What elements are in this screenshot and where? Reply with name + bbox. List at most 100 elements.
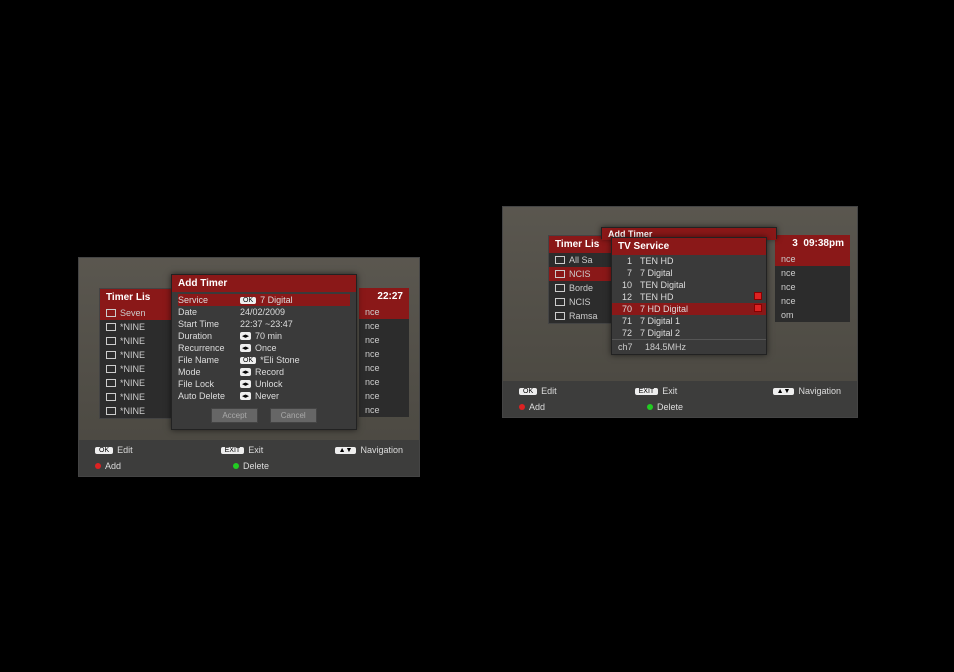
timer-list-row-frag: nce (359, 361, 409, 375)
timer-list-row[interactable]: All Sa (549, 253, 617, 267)
field-row-file-name[interactable]: File NameOK*Eli Stone (178, 354, 350, 366)
tv-icon (106, 309, 116, 317)
field-value: 24/02/2009 (240, 307, 285, 317)
record-mark-icon (754, 304, 762, 312)
arrows-icon: ◂▸ (240, 392, 251, 400)
timer-list-row[interactable]: Borde (549, 281, 617, 295)
bullet (505, 441, 510, 446)
service-number: 70 (616, 304, 640, 314)
timer-list-row-frag: nce (359, 403, 409, 417)
ok-chip-icon: OK (240, 297, 256, 304)
field-row-service[interactable]: ServiceOK7 Digital (178, 294, 350, 306)
timer-list-row-frag: nce (775, 294, 850, 308)
hint-add: Add (529, 402, 545, 412)
nav-chip: ▲▼ (335, 447, 357, 454)
tv-service-dialog: TV Service 1TEN HD77 Digital10TEN Digita… (611, 237, 767, 355)
header-date-frag: 3 (792, 238, 798, 249)
nav-chip: ▲▼ (773, 388, 795, 395)
timer-list-row[interactable]: NCIS (549, 295, 617, 309)
hint-delete: Delete (243, 461, 269, 471)
service-name: TEN HD (640, 256, 762, 266)
hint-add: Add (105, 461, 121, 471)
field-value: Record (255, 367, 284, 377)
service-name: 7 Digital 1 (640, 316, 762, 326)
ok-chip: OK (519, 388, 537, 395)
screenshot-tv-service-list: Timer Lis All SaNCISBordeNCISRamsa 3 09:… (502, 206, 858, 418)
dialog-body: ServiceOK7 DigitalDate24/02/2009Start Ti… (172, 292, 356, 404)
field-row-mode[interactable]: Mode◂▸Record (178, 366, 350, 378)
timer-list-row-frag: nce (359, 305, 409, 319)
bullet (80, 625, 85, 630)
hint-delete: Delete (657, 402, 683, 412)
timer-list-row[interactable]: NCIS (549, 267, 617, 281)
field-row-file-lock[interactable]: File Lock◂▸Unlock (178, 378, 350, 390)
hint-exit: Exit (662, 386, 677, 396)
service-number: 10 (616, 280, 640, 290)
tv-icon (106, 351, 116, 359)
field-label: Service (178, 295, 240, 305)
field-row-duration[interactable]: Duration◂▸ 70 min (178, 330, 350, 342)
bullet (520, 602, 525, 607)
service-row[interactable]: 10TEN Digital (612, 279, 766, 291)
tv-service-footer: ch7 184.5MHz (612, 339, 766, 354)
arrows-icon: ◂▸ (240, 332, 251, 340)
tv-icon (555, 284, 565, 292)
hint-bar: OKEdit EXITExit ▲▼Navigation Add Delete (503, 381, 857, 417)
field-row-start-time[interactable]: Start Time22:37 ~23:47 (178, 318, 350, 330)
hint-bar: OKEdit EXITExit ▲▼Navigation Add Delete (79, 440, 419, 476)
tv-service-list: 1TEN HD77 Digital10TEN Digital12TEN HD70… (612, 255, 766, 339)
field-label: Duration (178, 331, 240, 341)
timer-list-right-fragment: 22:27 ncencencencencencencence (359, 288, 409, 417)
footer-freq: 184.5MHz (645, 342, 686, 352)
bullet (505, 501, 510, 506)
field-row-recurrence[interactable]: Recurrence◂▸Once (178, 342, 350, 354)
timer-list-row[interactable]: Ramsa (549, 309, 617, 323)
green-dot-icon (233, 463, 239, 469)
clock: 09:38pm (803, 238, 844, 249)
page-topbar (0, 0, 954, 57)
field-value: 70 min (255, 331, 282, 341)
field-row-date[interactable]: Date24/02/2009 (178, 306, 350, 318)
tv-icon (106, 337, 116, 345)
service-name: 7 HD Digital (640, 304, 750, 314)
service-name: 7 Digital (640, 268, 762, 278)
accept-button[interactable]: Accept (211, 408, 257, 423)
field-label: Mode (178, 367, 240, 377)
service-row[interactable]: 1TEN HD (612, 255, 766, 267)
service-number: 12 (616, 292, 640, 302)
tv-icon (106, 393, 116, 401)
field-label: Recurrence (178, 343, 240, 353)
service-row[interactable]: 727 Digital 2 (612, 327, 766, 339)
tv-service-title: TV Service (612, 238, 766, 255)
service-number: 72 (616, 328, 640, 338)
timer-list-right-fragment: 3 09:38pm ncencencenceom (775, 235, 850, 322)
service-row[interactable]: 717 Digital 1 (612, 315, 766, 327)
field-label: File Name (178, 355, 240, 365)
tv-icon (106, 379, 116, 387)
field-row-auto-delete[interactable]: Auto Delete◂▸Never (178, 390, 350, 402)
cancel-button[interactable]: Cancel (270, 408, 317, 423)
record-mark-icon (754, 292, 762, 300)
hint-nav: Navigation (360, 445, 403, 455)
screenshot-add-timer-form: Timer Lis Seven*NINE*NINE*NINE*NINE*NINE… (78, 257, 420, 477)
field-label: File Lock (178, 379, 240, 389)
service-row[interactable]: 707 HD Digital (612, 303, 766, 315)
tv-icon (106, 407, 116, 415)
field-value: Never (255, 391, 279, 401)
tv-icon (106, 323, 116, 331)
field-value: 22:37 ~23:47 (240, 319, 293, 329)
hint-edit: Edit (541, 386, 557, 396)
service-name: TEN Digital (640, 280, 762, 290)
timer-list-panel: Timer Lis All SaNCISBordeNCISRamsa (548, 235, 618, 324)
page-body: Timer Lis Seven*NINE*NINE*NINE*NINE*NINE… (0, 57, 954, 672)
tv-icon (106, 365, 116, 373)
service-row[interactable]: 77 Digital (612, 267, 766, 279)
service-row[interactable]: 12TEN HD (612, 291, 766, 303)
hint-exit: Exit (248, 445, 263, 455)
tv-icon (555, 312, 565, 320)
timer-list-row-frag: nce (359, 319, 409, 333)
service-number: 71 (616, 316, 640, 326)
timer-list-row-frag: nce (359, 333, 409, 347)
timer-list-row-frag: nce (775, 280, 850, 294)
field-value: Once (255, 343, 277, 353)
